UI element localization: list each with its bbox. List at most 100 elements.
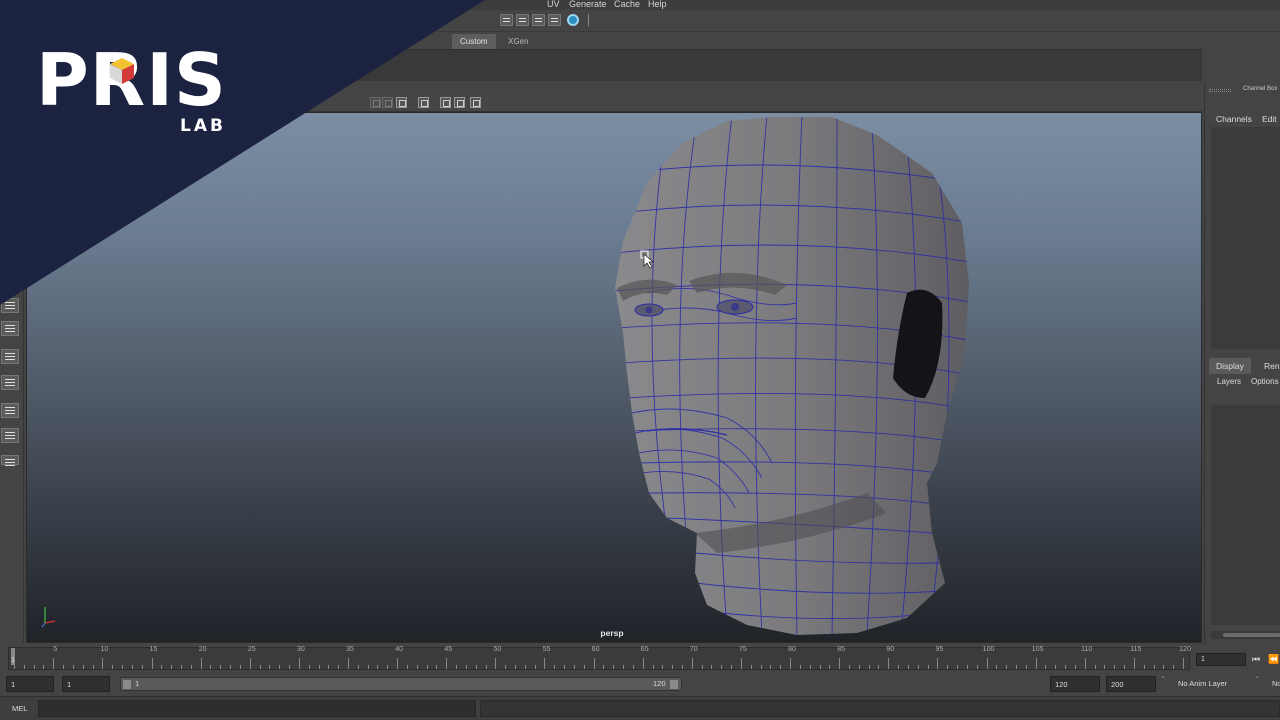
left-iris (645, 306, 653, 314)
render-region-icon[interactable] (500, 14, 513, 26)
range-start-handle[interactable] (123, 680, 131, 689)
time-tick (524, 665, 526, 669)
time-tick (534, 665, 536, 669)
view-axis-icon (41, 607, 56, 628)
animation-end-field[interactable]: 200 (1106, 676, 1156, 692)
time-tick (43, 665, 45, 669)
time-tick (603, 665, 605, 669)
command-input[interactable] (38, 700, 476, 717)
time-tick (721, 665, 723, 669)
time-tick (1035, 658, 1037, 669)
script-language-toggle[interactable]: MEL (12, 704, 27, 713)
time-tick (986, 658, 988, 669)
time-tick (849, 665, 850, 669)
ipr-render-icon[interactable] (532, 14, 545, 26)
range-end-handle[interactable] (670, 680, 678, 689)
film-gate-icon[interactable] (440, 97, 451, 108)
time-tick-label: 55 (542, 646, 551, 653)
time-tick (682, 665, 683, 669)
hypershade-icon[interactable] (567, 14, 579, 26)
time-tick (1074, 665, 1076, 669)
playback-end-field[interactable]: 120 (1050, 676, 1100, 692)
time-tick (613, 665, 615, 669)
gate-mask-icon[interactable] (470, 97, 481, 108)
time-tick (72, 665, 74, 669)
time-tick (966, 665, 968, 669)
render-settings-icon[interactable] (548, 14, 561, 26)
time-tick-label: 60 (591, 646, 600, 653)
menu-edit[interactable]: Edit (1262, 114, 1277, 124)
time-tick-label: 85 (837, 646, 846, 653)
go-to-start-icon[interactable]: ⏮ (1252, 654, 1260, 665)
channel-box-title: Channel Box (1243, 86, 1278, 92)
time-tick (770, 665, 772, 669)
time-tick (131, 665, 133, 669)
time-tick (122, 665, 124, 669)
panel-grip[interactable] (1209, 89, 1231, 92)
cube-logo-icon (110, 58, 134, 84)
anim-layer-dropdown-icon[interactable]: ˜ (1162, 677, 1164, 684)
menu-channels[interactable]: Channels (1216, 114, 1252, 124)
playback-range-bar[interactable]: 1 120 (120, 677, 682, 691)
menu-options[interactable]: Options (1251, 377, 1279, 386)
bookmark-icon[interactable] (382, 97, 393, 108)
layer-horizontal-scrollbar[interactable] (1211, 631, 1280, 639)
time-tick (564, 665, 566, 669)
layout-side-by-side-icon[interactable] (1, 349, 19, 364)
render-current-frame-icon[interactable] (516, 14, 529, 26)
time-tick (642, 658, 644, 669)
current-time-marker-label: 1 (11, 657, 15, 664)
layout-single-pane-icon[interactable] (1, 298, 19, 313)
layout-toggle-icon[interactable] (1, 455, 19, 465)
time-tick (357, 665, 359, 669)
time-tick (868, 665, 870, 669)
time-tick (691, 658, 693, 669)
tab-render[interactable]: Rend (1257, 358, 1280, 374)
head-mesh-3d-model[interactable] (27, 113, 1202, 643)
tab-display-label: Display (1216, 361, 1244, 371)
resolution-gate-icon[interactable] (454, 97, 465, 108)
time-tick (711, 665, 713, 669)
layout-hypershade-icon[interactable] (1, 428, 19, 443)
step-back-key-icon[interactable]: ⏪ (1268, 654, 1279, 665)
time-tick (200, 658, 202, 669)
tab-custom[interactable]: Custom (452, 34, 496, 49)
camera-attributes-icon[interactable] (370, 97, 381, 108)
time-tick (279, 665, 281, 669)
time-tick (1143, 665, 1145, 669)
time-tick (416, 665, 418, 669)
menu-help[interactable]: Help (648, 0, 667, 9)
time-tick (701, 665, 703, 669)
time-tick (573, 665, 575, 669)
character-set-selector[interactable]: No (1268, 676, 1280, 692)
time-tick (53, 658, 55, 669)
char-set-dropdown-icon[interactable]: ˜ (1256, 677, 1258, 684)
range-bar-end-label: 120 (653, 679, 666, 688)
menu-generate[interactable]: Generate (569, 0, 607, 9)
animation-start-field[interactable]: 1 (6, 676, 54, 692)
time-tick (1173, 665, 1175, 669)
menu-uv[interactable]: UV (547, 0, 560, 9)
time-tick (220, 665, 222, 669)
time-tick-label: 25 (247, 646, 256, 653)
time-tick (465, 665, 467, 669)
image-plane-icon[interactable] (396, 97, 407, 108)
playback-start-field[interactable]: 1 (62, 676, 110, 692)
anim-layer-selector[interactable]: No Anim Layer (1178, 679, 1227, 688)
tab-xgen[interactable]: XGen (500, 34, 536, 49)
time-tick (878, 665, 880, 669)
perspective-viewport[interactable]: persp (26, 112, 1202, 643)
time-tick (652, 665, 654, 669)
time-tick (780, 665, 782, 669)
time-tick (1065, 665, 1067, 669)
time-tick (1016, 665, 1017, 669)
menu-layers[interactable]: Layers (1217, 377, 1241, 386)
layout-persp-graph-icon[interactable] (1, 403, 19, 418)
time-tick (662, 665, 664, 669)
menu-cache[interactable]: Cache (614, 0, 640, 9)
layout-persp-outliner-icon[interactable] (1, 375, 19, 390)
current-frame-field[interactable]: 1 (1196, 653, 1246, 666)
layout-four-pane-icon[interactable] (1, 321, 19, 336)
grid-toggle-icon[interactable] (418, 97, 429, 108)
tab-display[interactable]: Display (1209, 358, 1251, 374)
